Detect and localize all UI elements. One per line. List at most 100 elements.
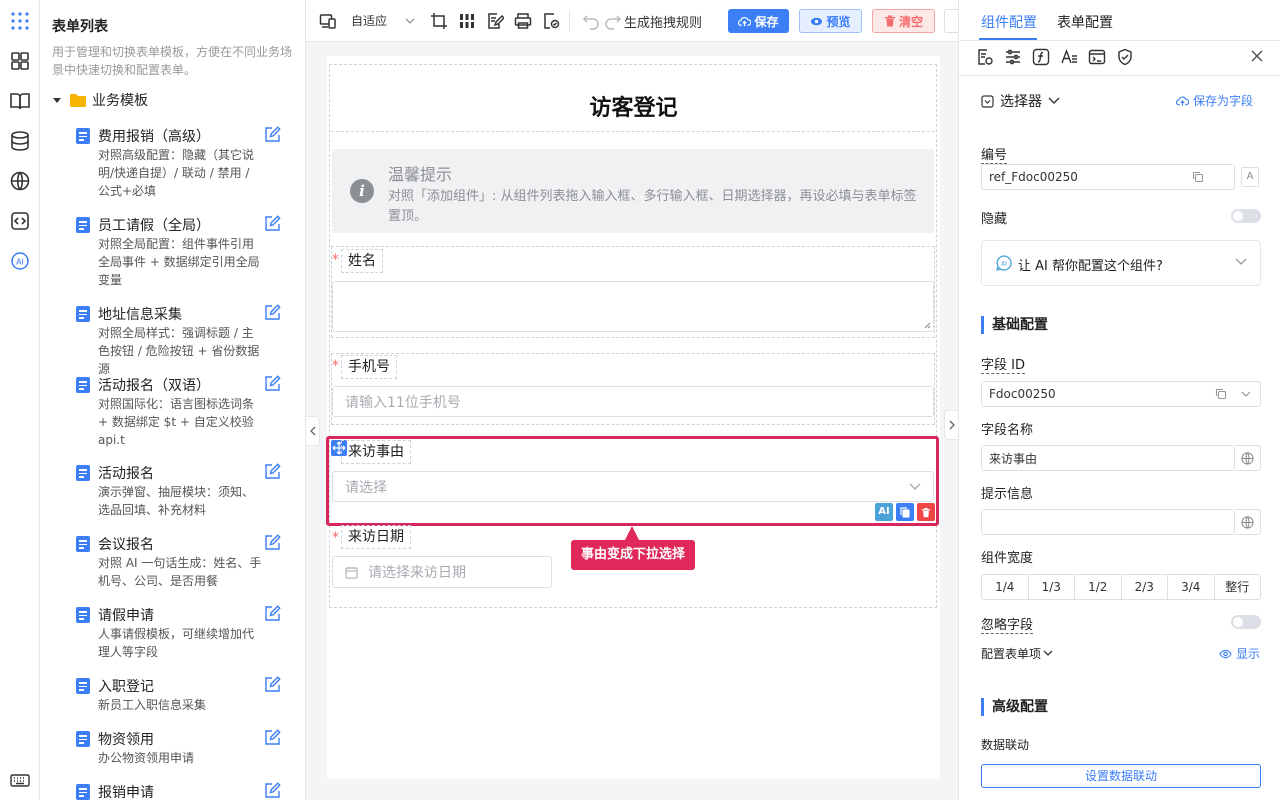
width-option[interactable]: 3/4 (1168, 575, 1215, 599)
edit-icon[interactable] (264, 729, 282, 747)
delete-component-button[interactable] (917, 503, 935, 521)
panel-description: 用于管理和切换表单模板，方便在不同业务场景中快速切换和配置表单。 (52, 45, 293, 77)
tree-group-business[interactable]: 业务模板 (52, 90, 148, 110)
template-name: 员工请假（全局） (98, 218, 210, 234)
width-option[interactable]: 1/2 (1075, 575, 1122, 599)
copy-icon (900, 506, 910, 518)
date-picker[interactable]: 请选择来访日期 (332, 556, 552, 588)
caret-down-icon[interactable] (52, 95, 62, 105)
name-label: 姓名 (341, 249, 383, 273)
overflow-button-edge[interactable] (944, 9, 958, 33)
name-textarea[interactable] (332, 281, 934, 332)
edit-icon[interactable] (264, 463, 282, 481)
function-icon[interactable] (1032, 48, 1050, 66)
width-option[interactable]: 2/3 (1122, 575, 1168, 599)
font-a-icon[interactable]: A (1241, 167, 1259, 187)
grid-layout-icon[interactable] (458, 12, 476, 30)
edit-icon[interactable] (264, 534, 282, 552)
translate-globe-icon[interactable] (1235, 509, 1261, 535)
window-code-icon[interactable] (1088, 48, 1106, 66)
edit-icon[interactable] (264, 375, 282, 393)
tab-form-config[interactable]: 表单配置 (1057, 12, 1113, 32)
show-toggle-link[interactable]: 显示 (1219, 645, 1260, 662)
edit-icon[interactable] (264, 605, 282, 623)
width-option[interactable]: 1/3 (1029, 575, 1075, 599)
device-toggle-icon[interactable] (319, 12, 337, 30)
props-doc-icon[interactable] (976, 48, 994, 66)
edit-icon[interactable] (264, 304, 282, 322)
chevron-down-icon (1048, 97, 1060, 105)
document-icon (76, 377, 90, 393)
hint-input[interactable] (981, 509, 1235, 535)
template-description: 演示弹窗、抽屉模块：须知、选品回填、补充材料 (98, 485, 255, 517)
collapse-right-handle[interactable] (944, 410, 958, 440)
hidden-switch[interactable] (1231, 209, 1261, 223)
crop-frame-icon[interactable] (430, 12, 448, 30)
field-name-input[interactable]: 来访事由 (981, 445, 1235, 471)
copy-icon[interactable] (1192, 171, 1204, 183)
id-input[interactable]: ref_Fdoc00250 (981, 164, 1235, 190)
phone-input[interactable]: 请输入11位手机号 (332, 386, 934, 417)
advanced-config-heading: 高级配置 (981, 698, 1048, 716)
save-button[interactable]: 保存 (728, 9, 789, 33)
keyboard-icon[interactable] (8, 768, 32, 792)
globe-icon[interactable] (8, 169, 32, 193)
generate-drag-rules-button[interactable]: 生成拖拽规则 (624, 12, 702, 31)
id-value: ref_Fdoc00250 (989, 170, 1078, 184)
width-option[interactable]: 整行 (1215, 575, 1261, 599)
ai-configure-button[interactable]: AI (875, 503, 893, 521)
copy-icon[interactable] (1215, 388, 1227, 400)
apps-grid-icon[interactable] (8, 9, 32, 33)
select-box-icon (981, 94, 994, 108)
set-data-linkage-button[interactable]: 设置数据联动 (981, 764, 1261, 788)
template-description: 对照国际化：语言图标选词条 + 数据绑定 $t + 自定义校验 api.t (98, 397, 255, 447)
copy-component-button[interactable] (896, 503, 914, 521)
layout-mode-select[interactable]: 自适应 (351, 12, 415, 29)
edit-icon[interactable] (264, 782, 282, 800)
phone-placeholder: 请输入11位手机号 (345, 394, 461, 411)
save-as-field-link[interactable]: 保存为字段 (1176, 92, 1253, 109)
tab-component-config[interactable]: 组件配置 (981, 12, 1037, 32)
database-icon[interactable] (8, 129, 32, 153)
redo-icon[interactable] (604, 12, 622, 30)
rules-document-icon[interactable] (542, 12, 560, 30)
document-icon (76, 465, 90, 481)
sliders-icon[interactable] (1004, 48, 1022, 66)
field-id-input[interactable]: Fdoc00250 (981, 381, 1261, 407)
trash-icon (921, 507, 931, 518)
book-icon[interactable] (8, 89, 32, 113)
chevron-down-icon (405, 16, 415, 26)
config-items-toggle[interactable]: 配置表单项 (981, 645, 1053, 662)
edit-icon[interactable] (264, 215, 282, 233)
edit-document-icon[interactable] (486, 12, 504, 30)
edit-icon[interactable] (264, 126, 282, 144)
eye-icon (810, 15, 823, 28)
shield-check-icon[interactable] (1116, 48, 1134, 66)
translate-globe-icon[interactable] (1235, 445, 1261, 471)
tooltip-arrow (625, 526, 639, 540)
chevron-down-icon[interactable] (1241, 391, 1251, 398)
template-description: 对照高级配置：隐藏（其它说明/快递自提）/ 联动 / 禁用 / 公式+必填 (98, 148, 255, 198)
icon-rail: AI (0, 0, 40, 800)
preview-button[interactable]: 预览 (799, 9, 862, 33)
ai-assistant-icon[interactable]: AI (8, 249, 32, 273)
width-option[interactable]: 1/4 (982, 575, 1029, 599)
text-style-icon[interactable] (1060, 48, 1078, 66)
components-icon[interactable] (8, 49, 32, 73)
undo-icon[interactable] (582, 12, 600, 30)
code-icon[interactable] (8, 209, 32, 233)
template-name: 物资领用 (98, 732, 154, 748)
document-icon (76, 536, 90, 552)
component-type-select[interactable]: 选择器 (981, 91, 1060, 111)
close-icon[interactable] (1249, 48, 1265, 64)
edit-icon[interactable] (264, 676, 282, 694)
reason-select[interactable]: 请选择 (332, 471, 934, 502)
component-type-value: 选择器 (1000, 94, 1042, 110)
clear-label: 清空 (898, 14, 923, 29)
annotation-tooltip: 事由变成下拉选择 (571, 540, 695, 570)
ignore-field-switch[interactable] (1231, 615, 1261, 629)
template-description: 对照 AI 一句话生成：姓名、手机号、公司、是否用餐 (98, 556, 262, 588)
print-icon[interactable] (514, 12, 532, 30)
collapse-left-handle[interactable] (306, 416, 320, 446)
clear-button[interactable]: 清空 (872, 9, 935, 33)
